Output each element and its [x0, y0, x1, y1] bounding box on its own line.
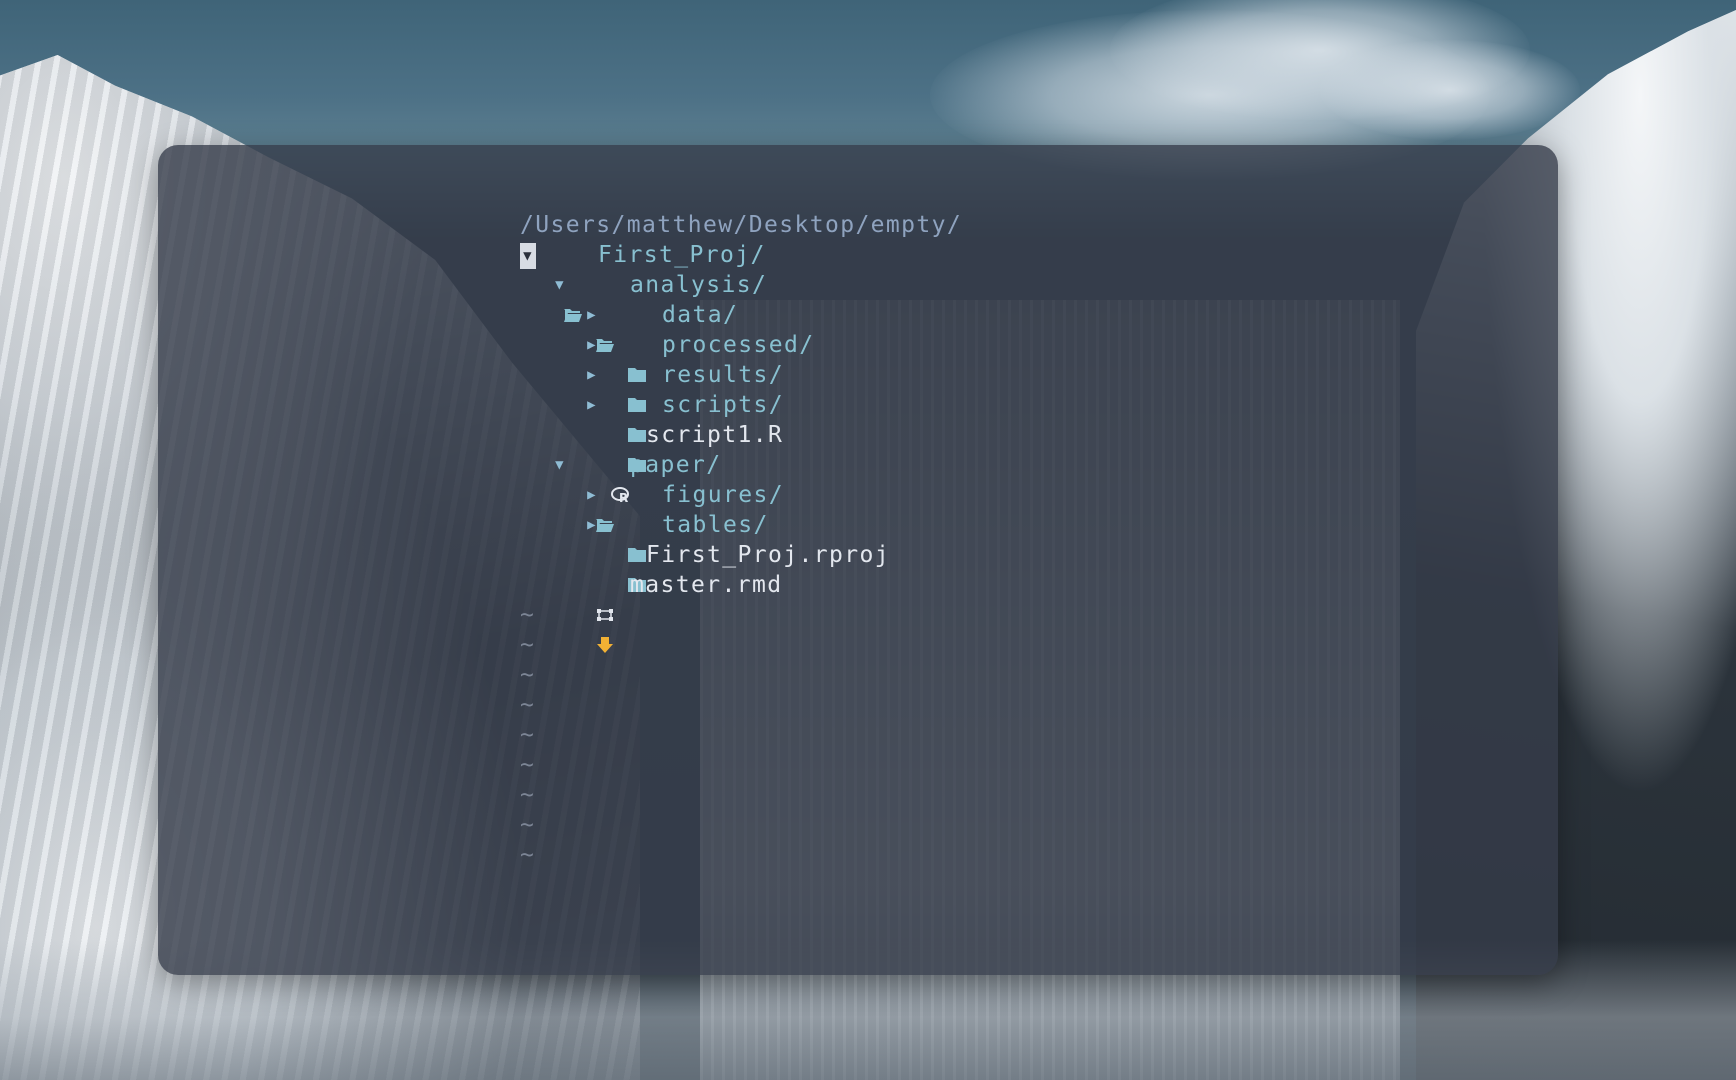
folder-open-icon — [563, 246, 583, 322]
tree-row-first-proj-rproj[interactable]: First_Proj.rproj — [520, 540, 889, 621]
tree-row-script1-r[interactable]: R script1.R — [520, 420, 782, 504]
file-label[interactable]: master.rmd — [630, 570, 782, 600]
file-tree: /Users/matthew/Desktop/empty/ ▼ First_Pr… — [520, 210, 961, 870]
tree-row-master-rmd[interactable]: master.rmd — [520, 570, 781, 653]
collapse-arrow-icon[interactable]: ▼ — [552, 450, 568, 480]
empty-line-marker: ~ — [520, 632, 536, 658]
expand-arrow-icon[interactable]: ▶ — [584, 510, 600, 540]
folder-closed-icon — [627, 516, 647, 592]
folder-closed-icon — [627, 366, 647, 442]
file-label[interactable]: script1.R — [646, 420, 783, 450]
file-label[interactable]: First_Proj.rproj — [646, 540, 890, 570]
dir-label[interactable]: scripts/ — [662, 390, 784, 420]
empty-line-marker: ~ — [520, 722, 536, 748]
empty-line-marker: ~ — [520, 782, 536, 808]
expand-arrow-icon[interactable]: ▶ — [584, 360, 600, 390]
expand-arrow-icon[interactable]: ▶ — [584, 300, 600, 330]
empty-line-marker: ~ — [520, 602, 536, 628]
empty-line-marker: ~ — [520, 842, 536, 868]
tree-row-first-proj[interactable]: ▼ First_Proj/ — [520, 240, 764, 322]
tree-row-figures[interactable]: ▶ figures/ — [520, 480, 783, 562]
folder-closed-icon — [627, 306, 647, 382]
empty-line-marker: ~ — [520, 692, 536, 718]
folder-closed-icon — [627, 396, 647, 472]
empty-line-marker: ~ — [520, 812, 536, 838]
tree-row-data[interactable]: ▶ data/ — [520, 300, 737, 382]
dir-label[interactable]: tables/ — [662, 510, 769, 540]
tree-row-paper[interactable]: ▼ paper/ — [520, 450, 720, 532]
dir-label[interactable]: figures/ — [662, 480, 784, 510]
rproj-file-icon — [595, 546, 615, 621]
rmd-file-icon — [595, 576, 615, 653]
cloud — [1320, 40, 1580, 140]
expand-arrow-icon[interactable]: ▶ — [584, 480, 600, 510]
dir-label[interactable]: processed/ — [662, 330, 814, 360]
dir-label[interactable]: data/ — [662, 300, 738, 330]
tree-row-results[interactable]: ▶ results/ — [520, 360, 783, 442]
tree-row-processed[interactable]: ▶ processed/ — [520, 330, 813, 412]
expand-arrow-icon[interactable]: ▶ — [584, 330, 600, 360]
empty-line-marker: ~ — [520, 662, 536, 688]
dir-label[interactable]: results/ — [662, 360, 784, 390]
root-path: /Users/matthew/Desktop/empty/ — [520, 212, 963, 238]
folder-open-icon — [595, 276, 615, 352]
folder-closed-icon — [627, 336, 647, 412]
terminal-window[interactable]: /Users/matthew/Desktop/empty/ ▼ First_Pr… — [158, 145, 1558, 975]
dir-label[interactable]: analysis/ — [630, 270, 767, 300]
r-file-icon: R — [611, 426, 631, 504]
empty-line-marker: ~ — [520, 752, 536, 778]
tree-row-tables[interactable]: ▶ tables/ — [520, 510, 767, 592]
collapse-arrow-icon[interactable]: ▼ — [552, 270, 568, 300]
dir-label[interactable]: First_Proj/ — [598, 240, 766, 270]
expand-arrow-icon[interactable]: ▶ — [584, 390, 600, 420]
folder-open-icon — [595, 456, 615, 532]
tree-row-analysis[interactable]: ▼ analysis/ — [520, 270, 766, 352]
tree-row-scripts[interactable]: ▶ scripts/ — [520, 390, 783, 472]
expand-toggle-cursor[interactable]: ▼ — [520, 243, 536, 269]
folder-closed-icon — [627, 486, 647, 562]
tree-root-line: /Users/matthew/Desktop/empty/ — [520, 210, 961, 240]
dir-label[interactable]: paper/ — [630, 450, 721, 480]
